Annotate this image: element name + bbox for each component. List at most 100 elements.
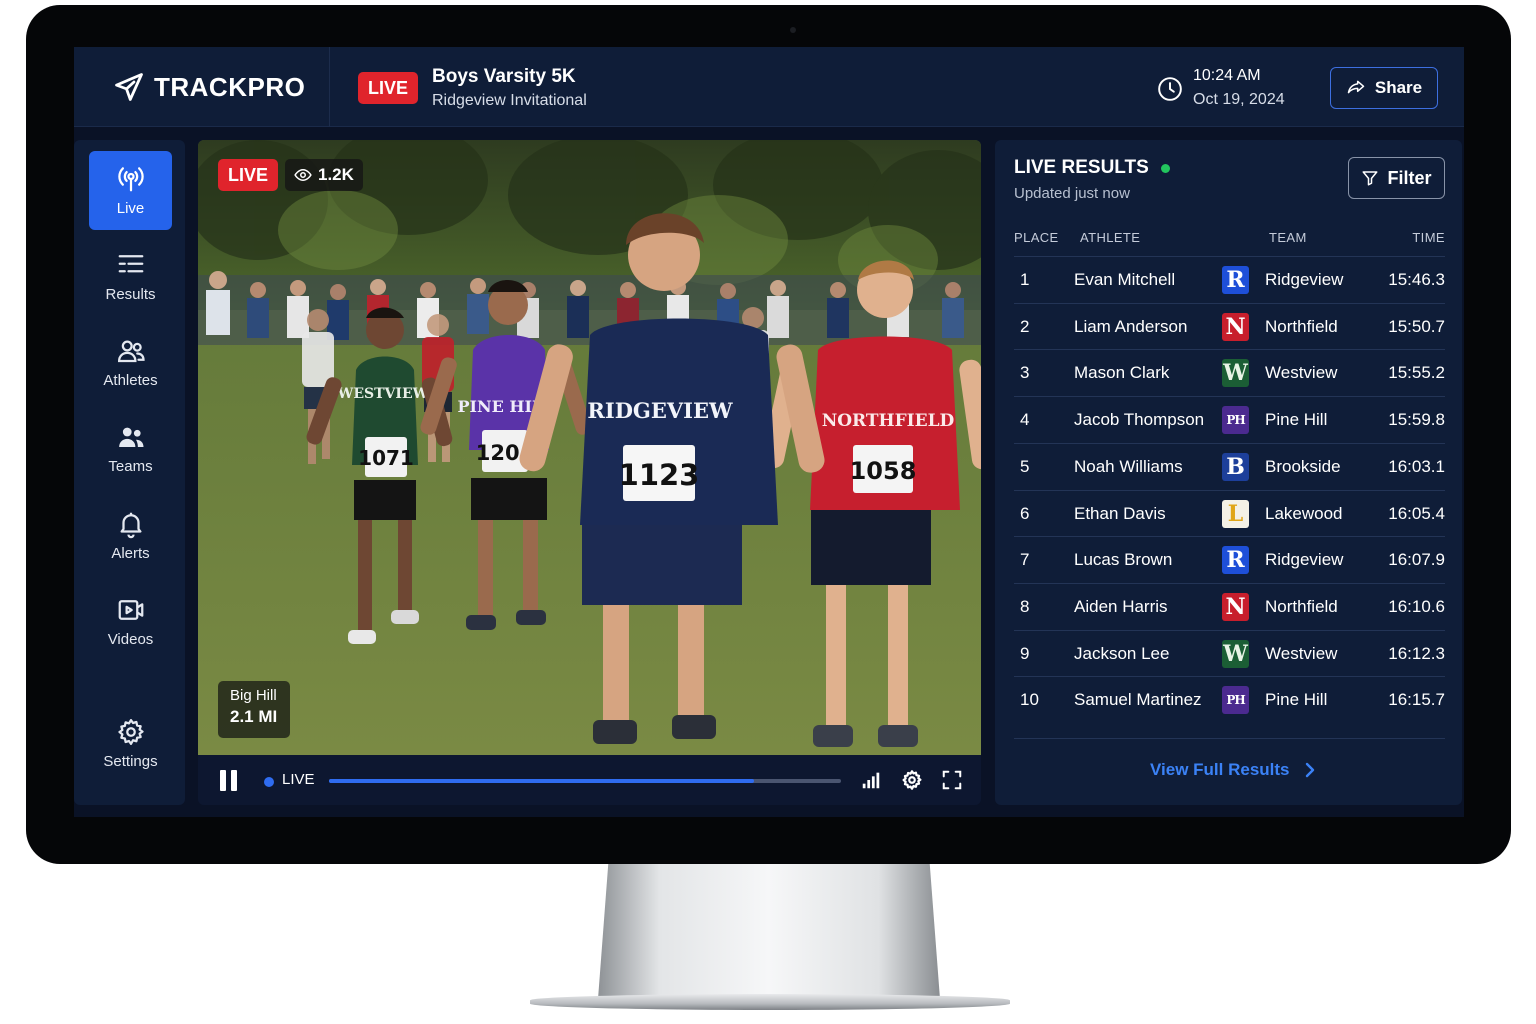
sidebar-item-videos[interactable]: Videos: [89, 582, 172, 661]
team-name-cell[interactable]: Pine Hill: [1265, 690, 1327, 710]
location-overlay: Big Hill 2.1 MI: [218, 681, 290, 738]
table-row[interactable]: 8 Aiden Harris N Northfield 16:10.6: [1014, 582, 1445, 630]
progress-bar-fill: [329, 779, 754, 783]
time-cell: 15:46.3: [1388, 270, 1445, 289]
athlete-name-cell[interactable]: Noah Williams: [1074, 457, 1183, 477]
athletes-icon: [117, 340, 145, 363]
time-cell: 15:55.2: [1388, 363, 1445, 383]
table-row[interactable]: 4 Jacob Thompson PH Pine Hill 15:59.8: [1014, 396, 1445, 443]
filter-button[interactable]: Filter: [1348, 157, 1445, 199]
sidebar-item-label: Alerts: [111, 545, 150, 562]
place-cell: 1: [1020, 270, 1030, 289]
camera-dot: [790, 27, 796, 33]
sidebar-item-results[interactable]: Results: [89, 237, 172, 316]
table-row[interactable]: 9 Jackson Lee W Westview 16:12.3: [1014, 629, 1445, 677]
team-logo-icon: N: [1222, 312, 1249, 341]
viewer-count-badge: 1.2K: [285, 159, 363, 191]
app-screen: TRACKPRO LIVE Boys Varsity 5K Ridgeview …: [74, 47, 1464, 817]
progress-bar[interactable]: [329, 779, 841, 783]
place-cell: 8: [1020, 596, 1030, 616]
eye-icon: [294, 168, 312, 182]
left-runner-bib: 1071: [358, 446, 414, 470]
team-logo-icon: R: [1222, 266, 1249, 294]
place-cell: 6: [1020, 503, 1030, 523]
team-name-cell[interactable]: Northfield: [1265, 317, 1338, 337]
team-logo-icon: N: [1222, 592, 1249, 621]
team-name-cell[interactable]: Pine Hill: [1265, 410, 1327, 430]
athlete-name-cell[interactable]: Evan Mitchell: [1074, 270, 1175, 290]
time-cell: 16:12.3: [1388, 643, 1445, 663]
place-cell: 5: [1020, 456, 1030, 476]
table-row[interactable]: 7 Lucas Brown R Ridgeview 16:07.9: [1014, 536, 1445, 583]
team-name-cell[interactable]: Ridgeview: [1265, 550, 1343, 570]
brand-logo[interactable]: TRACKPRO: [74, 47, 330, 127]
front-runner-jersey-text: RIDGEVIEW: [587, 398, 733, 423]
share-button[interactable]: Share: [1330, 67, 1438, 109]
sidebar-item-live[interactable]: Live: [89, 151, 172, 230]
gear-icon: [117, 719, 144, 745]
place-cell: 4: [1020, 410, 1030, 430]
location-distance: 2.1 MI: [230, 707, 278, 726]
table-row[interactable]: 10 Samuel Martinez PH Pine Hill 16:15.7: [1014, 676, 1445, 723]
view-full-results-label: View Full Results: [1150, 760, 1290, 779]
table-row[interactable]: 3 Mason Clark W Westview 15:55.2: [1014, 349, 1445, 396]
sidebar-item-settings[interactable]: Settings: [89, 704, 172, 783]
list-icon: [118, 255, 143, 273]
signal-strength-icon[interactable]: [860, 769, 882, 791]
sidebar-item-teams[interactable]: Teams: [89, 409, 172, 488]
sidebar-item-alerts[interactable]: Alerts: [89, 496, 172, 575]
team-name-cell[interactable]: Westview: [1265, 644, 1337, 664]
table-row[interactable]: 1 Evan Mitchell R Ridgeview 15:46.3: [1014, 256, 1445, 303]
athlete-name-cell[interactable]: Liam Anderson: [1074, 317, 1187, 337]
paper-plane-icon: [115, 73, 143, 101]
team-name-cell[interactable]: Northfield: [1265, 597, 1338, 617]
time-cell: 16:05.4: [1388, 503, 1445, 523]
athlete-name-cell[interactable]: Mason Clark: [1074, 363, 1169, 383]
sidebar-item-label: Athletes: [103, 372, 158, 389]
col-header-athlete[interactable]: ATHLETE: [1080, 230, 1140, 245]
sidebar-item-athletes[interactable]: Athletes: [89, 323, 172, 402]
table-row[interactable]: 5 Noah Williams B Brookside 16:03.1: [1014, 442, 1445, 490]
front-runner-bib: 1123: [619, 458, 700, 492]
col-header-place[interactable]: PLACE: [1014, 230, 1059, 245]
share-icon: [1347, 80, 1365, 94]
athlete-name-cell[interactable]: Lucas Brown: [1074, 550, 1172, 570]
team-name-cell[interactable]: Ridgeview: [1265, 270, 1343, 290]
event-title: Boys Varsity 5K: [432, 66, 576, 87]
pause-icon: [220, 770, 226, 791]
sidebar-item-label: Teams: [108, 458, 153, 475]
pause-button[interactable]: [219, 770, 239, 791]
teams-icon: [118, 427, 143, 447]
monitor-stand: [598, 864, 940, 999]
team-name-cell[interactable]: Westview: [1265, 363, 1337, 383]
team-logo-icon: L: [1222, 499, 1249, 528]
viewer-count: 1.2K: [318, 165, 354, 184]
table-row[interactable]: 2 Liam Anderson N Northfield 15:50.7: [1014, 302, 1445, 350]
time-cell: 15:59.8: [1388, 410, 1445, 430]
athlete-name-cell[interactable]: Aiden Harris: [1074, 597, 1168, 617]
fullscreen-icon[interactable]: [941, 769, 963, 791]
top-header: TRACKPRO LIVE Boys Varsity 5K Ridgeview …: [74, 47, 1464, 127]
settings-gear-icon[interactable]: [901, 769, 923, 791]
filter-icon: [1362, 171, 1378, 186]
col-header-time[interactable]: TIME: [1412, 230, 1445, 245]
time-cell: 15:50.7: [1388, 316, 1445, 336]
athlete-name-cell[interactable]: Ethan Davis: [1074, 504, 1166, 524]
athlete-name-cell[interactable]: Jacob Thompson: [1074, 410, 1204, 430]
team-name-cell[interactable]: Lakewood: [1265, 504, 1343, 524]
video-player[interactable]: WESTVIEW 1071 PINE HILL 1204 NORTHFIELD …: [198, 140, 981, 805]
team-logo-icon: PH: [1222, 406, 1249, 435]
view-full-results-link[interactable]: View Full Results: [1150, 760, 1316, 780]
chevron-right-icon: [1305, 762, 1314, 778]
athlete-name-cell[interactable]: Jackson Lee: [1074, 644, 1169, 664]
table-row[interactable]: 6 Ethan Davis L Lakewood 16:05.4: [1014, 489, 1445, 537]
brand-name: TRACKPRO: [154, 71, 306, 102]
team-logo-icon: B: [1222, 452, 1249, 481]
share-label: Share: [1374, 78, 1423, 97]
col-header-team[interactable]: TEAM: [1269, 230, 1307, 245]
team-name-cell[interactable]: Brookside: [1265, 457, 1341, 477]
place-cell: 3: [1020, 363, 1030, 383]
athlete-name-cell[interactable]: Samuel Martinez: [1074, 690, 1202, 710]
results-title: LIVE RESULTS: [1014, 157, 1149, 178]
race-video-frame[interactable]: WESTVIEW 1071 PINE HILL 1204 NORTHFIELD …: [198, 140, 981, 755]
